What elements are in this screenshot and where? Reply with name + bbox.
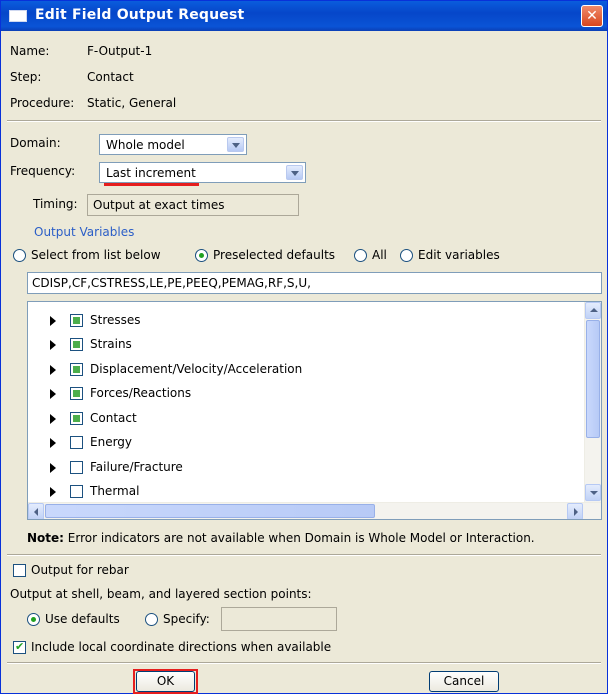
radio-select-from-list[interactable] <box>13 249 26 262</box>
radio-all[interactable] <box>354 249 367 262</box>
domain-label: Domain: <box>10 136 61 150</box>
separator <box>7 120 601 122</box>
chevron-down-icon[interactable] <box>286 165 303 180</box>
variables-value: CDISP,CF,CSTRESS,LE,PE,PEEQ,PEMAG,RF,S,U… <box>32 276 311 290</box>
tree-item-label: Energy <box>90 435 133 449</box>
expand-triangle-icon[interactable] <box>50 414 56 424</box>
note-bold-label: Note: <box>27 531 64 545</box>
horizontal-scroll-thumb[interactable] <box>45 504 375 518</box>
expand-triangle-icon[interactable] <box>50 340 56 350</box>
timing-value: Output at exact times <box>93 198 225 212</box>
step-value: Contact <box>87 70 134 84</box>
tree-item-label: Strains <box>90 337 132 351</box>
scroll-right-icon[interactable] <box>567 503 583 519</box>
expand-triangle-icon[interactable] <box>50 463 56 473</box>
expand-triangle-icon[interactable] <box>50 438 56 448</box>
tree-item-label: Stresses <box>90 313 141 327</box>
scroll-up-icon[interactable] <box>585 302 601 319</box>
cancel-button[interactable]: Cancel <box>429 671 499 692</box>
separator <box>7 662 601 664</box>
checkbox-thermal[interactable] <box>70 485 83 498</box>
horizontal-scrollbar[interactable] <box>28 502 601 519</box>
tree-item-label: Displacement/Velocity/Acceleration <box>90 362 303 376</box>
radio-label-select-from-list: Select from list below <box>31 248 161 262</box>
checkbox-strains[interactable] <box>70 338 83 351</box>
local-coords-checkbox[interactable] <box>13 640 26 654</box>
radio-edit-variables[interactable] <box>400 249 413 262</box>
name-label: Name: <box>10 44 50 58</box>
expand-triangle-icon[interactable] <box>50 316 56 326</box>
checkbox-displacement[interactable] <box>70 363 83 376</box>
scroll-down-icon[interactable] <box>585 484 601 501</box>
radio-label-all: All <box>372 248 387 262</box>
timing-label: Timing: <box>33 197 78 211</box>
tree-item-energy[interactable]: Energy <box>28 432 588 454</box>
frequency-highlight <box>104 183 199 186</box>
checkbox-stresses[interactable] <box>70 314 83 327</box>
radio-specify[interactable] <box>145 613 158 626</box>
expand-triangle-icon[interactable] <box>50 487 56 497</box>
window-icon <box>9 10 27 22</box>
separator <box>7 554 601 556</box>
expand-triangle-icon[interactable] <box>50 365 56 375</box>
title-bar[interactable]: Edit Field Output Request ✕ <box>1 1 607 31</box>
ok-button[interactable]: OK <box>136 671 195 692</box>
tree-item-label: Thermal <box>90 484 140 498</box>
output-variables-title: Output Variables <box>34 225 135 239</box>
checkbox-contact[interactable] <box>70 412 83 425</box>
radio-label-edit-variables: Edit variables <box>418 248 500 262</box>
scroll-left-icon[interactable] <box>28 503 44 519</box>
tree-item-strains[interactable]: Strains <box>28 334 588 356</box>
dialog-title: Edit Field Output Request <box>35 7 245 23</box>
specify-label: Specify: <box>163 612 210 626</box>
timing-field: Output at exact times <box>87 194 299 216</box>
tree-item-forces-reactions[interactable]: Forces/Reactions <box>28 383 588 405</box>
chevron-down-icon[interactable] <box>227 137 244 152</box>
use-defaults-label: Use defaults <box>45 612 120 626</box>
checkbox-energy[interactable] <box>70 436 83 449</box>
close-button[interactable]: ✕ <box>581 5 603 27</box>
vertical-scroll-thumb[interactable] <box>586 320 600 438</box>
note-text: Note: Error indicators are not available… <box>27 531 535 545</box>
domain-combo[interactable]: Whole model <box>99 134 247 155</box>
radio-label-preselected-defaults: Preselected defaults <box>213 248 336 262</box>
rebar-label: Output for rebar <box>31 563 129 577</box>
procedure-value: Static, General <box>87 96 177 110</box>
rebar-checkbox[interactable] <box>13 564 26 577</box>
tree-item-label: Forces/Reactions <box>90 386 192 400</box>
section-points-label: Output at shell, beam, and layered secti… <box>10 587 312 601</box>
edit-field-output-dialog: Edit Field Output Request ✕ Name: F-Outp… <box>0 0 608 694</box>
tree-item-thermal[interactable]: Thermal <box>28 481 588 503</box>
tree-item-displacement[interactable]: Displacement/Velocity/Acceleration <box>28 359 588 381</box>
specify-input <box>221 607 337 631</box>
procedure-label: Procedure: <box>10 96 75 110</box>
frequency-value: Last increment <box>106 166 196 180</box>
frequency-combo[interactable]: Last increment <box>99 162 306 183</box>
variables-text-field[interactable]: CDISP,CF,CSTRESS,LE,PE,PEEQ,PEMAG,RF,S,U… <box>27 272 602 294</box>
tree-item-failure-fracture[interactable]: Failure/Fracture <box>28 457 588 479</box>
expand-triangle-icon[interactable] <box>50 389 56 399</box>
domain-value: Whole model <box>106 138 185 152</box>
radio-use-defaults[interactable] <box>27 613 40 626</box>
close-icon: ✕ <box>586 8 598 24</box>
checkbox-failure-fracture[interactable] <box>70 461 83 474</box>
checkbox-forces-reactions[interactable] <box>70 387 83 400</box>
output-variables-tree[interactable]: Stresses Strains Displacement/Velocity/A… <box>27 301 602 520</box>
step-label: Step: <box>10 70 42 84</box>
note-message: Error indicators are not available when … <box>67 531 535 545</box>
radio-preselected-defaults[interactable] <box>195 249 208 262</box>
name-value: F-Output-1 <box>87 44 153 58</box>
frequency-label: Frequency: <box>10 164 76 178</box>
tree-item-label: Failure/Fracture <box>90 460 183 474</box>
tree-item-label: Contact <box>90 411 137 425</box>
tree-item-contact[interactable]: Contact <box>28 408 588 430</box>
local-coords-label: Include local coordinate directions when… <box>31 640 332 654</box>
tree-item-stresses[interactable]: Stresses <box>28 310 588 332</box>
vertical-scrollbar[interactable] <box>584 302 601 502</box>
